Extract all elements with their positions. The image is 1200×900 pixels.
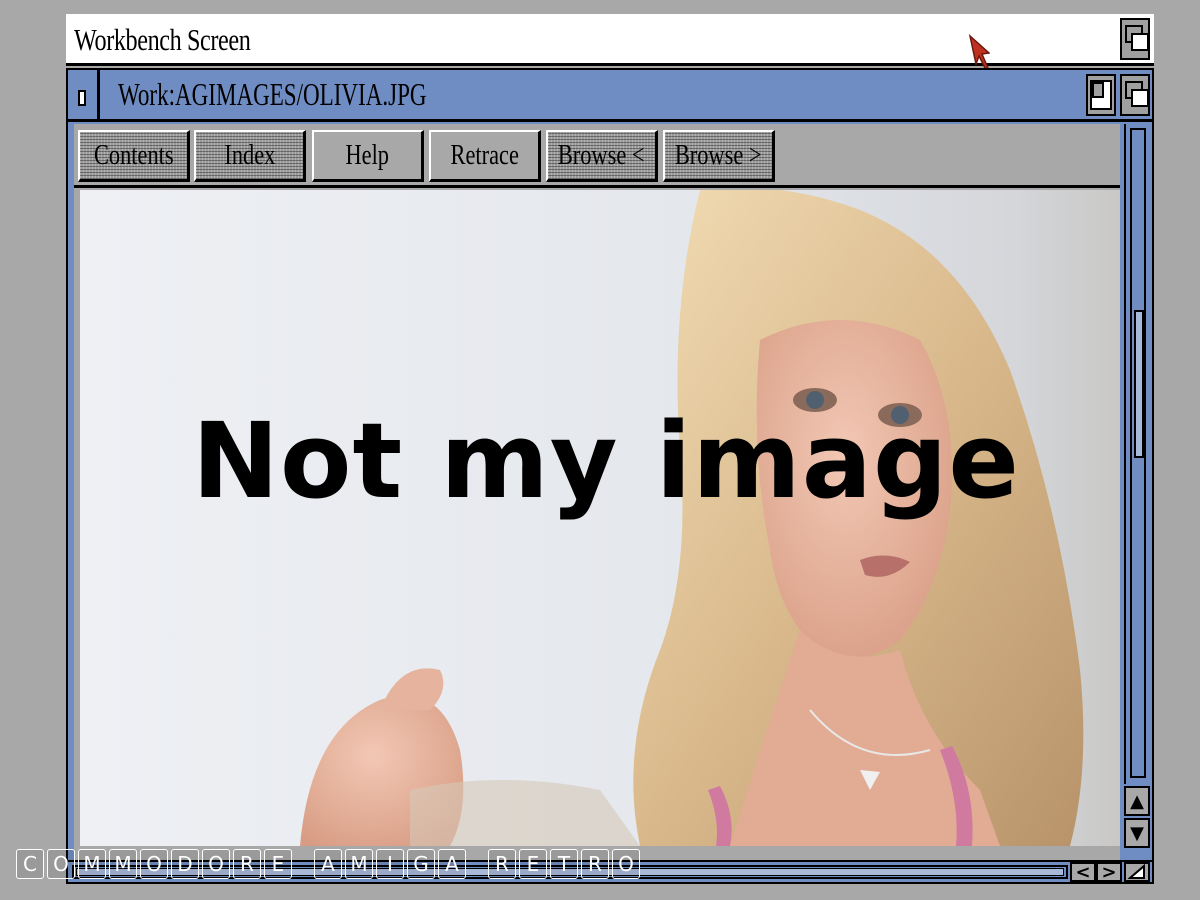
window-title: Work:AGIMAGES/OLIVIA.JPG [118, 76, 427, 112]
scroll-down-arrow-icon[interactable]: ▼ [1124, 818, 1150, 848]
brand-letter: R [488, 849, 516, 879]
depth-front-icon [1131, 89, 1149, 107]
help-button[interactable]: Help [312, 130, 424, 182]
brand-letter: O [612, 849, 640, 879]
screen-depth-gadget[interactable] [1120, 18, 1150, 60]
brand-letter: M [78, 849, 106, 879]
multiview-window: Work:AGIMAGES/OLIVIA.JPG Contents Index … [66, 68, 1154, 884]
workbench-screen-bar: Workbench Screen [66, 14, 1154, 66]
brand-letter: G [407, 849, 435, 879]
brand-letter: R [233, 849, 261, 879]
window-depth-gadget[interactable] [1120, 74, 1150, 116]
brand-letter: C [16, 849, 44, 879]
scroll-right-arrow-icon[interactable]: > [1096, 862, 1122, 883]
zoom-inner-icon [1092, 82, 1104, 98]
scroll-left-arrow-icon[interactable]: < [1070, 862, 1096, 883]
resize-icon [1127, 863, 1145, 879]
overlay-caption: Not my image [192, 400, 1020, 522]
browse-prev-button[interactable]: Browse < [546, 130, 658, 182]
amigaguide-toolbar: Contents Index Help Retrace Browse < Bro… [74, 124, 1120, 188]
window-title-bar[interactable]: Work:AGIMAGES/OLIVIA.JPG [68, 70, 1152, 122]
browse-next-button[interactable]: Browse > [663, 130, 775, 182]
close-gadget[interactable] [68, 70, 100, 119]
vertical-scroll-knob[interactable] [1134, 310, 1144, 458]
scroll-up-arrow-icon[interactable]: ▲ [1124, 786, 1150, 816]
brand-letter: O [47, 849, 75, 879]
brand-letter: M [345, 849, 373, 879]
depth-front-icon [1131, 33, 1149, 51]
resize-gadget[interactable] [1124, 862, 1150, 882]
vertical-scrollbar[interactable] [1124, 124, 1150, 784]
brand-letter: M [109, 849, 137, 879]
brand-letter: O [202, 849, 230, 879]
brand-letter: R [581, 849, 609, 879]
brand-letter: A [314, 849, 342, 879]
brand-letter: E [519, 849, 547, 879]
window-content: Contents Index Help Retrace Browse < Bro… [74, 124, 1120, 864]
retrace-button[interactable]: Retrace [429, 130, 541, 182]
close-icon [78, 90, 86, 106]
screen-title: Workbench Screen [74, 22, 251, 57]
vertical-scroll-track[interactable] [1130, 128, 1146, 778]
commodore-amiga-retro-logo: COMMODOREAMIGARETRO [16, 847, 640, 881]
brand-letter: I [376, 849, 404, 879]
brand-letter: E [264, 849, 292, 879]
zoom-gadget[interactable] [1086, 74, 1116, 116]
contents-button[interactable]: Contents [78, 130, 190, 182]
brand-letter: T [550, 849, 578, 879]
image-display: Not my image [80, 190, 1120, 846]
brand-letter: O [140, 849, 168, 879]
brand-letter: A [438, 849, 466, 879]
index-button[interactable]: Index [194, 130, 306, 182]
brand-letter: D [171, 849, 199, 879]
